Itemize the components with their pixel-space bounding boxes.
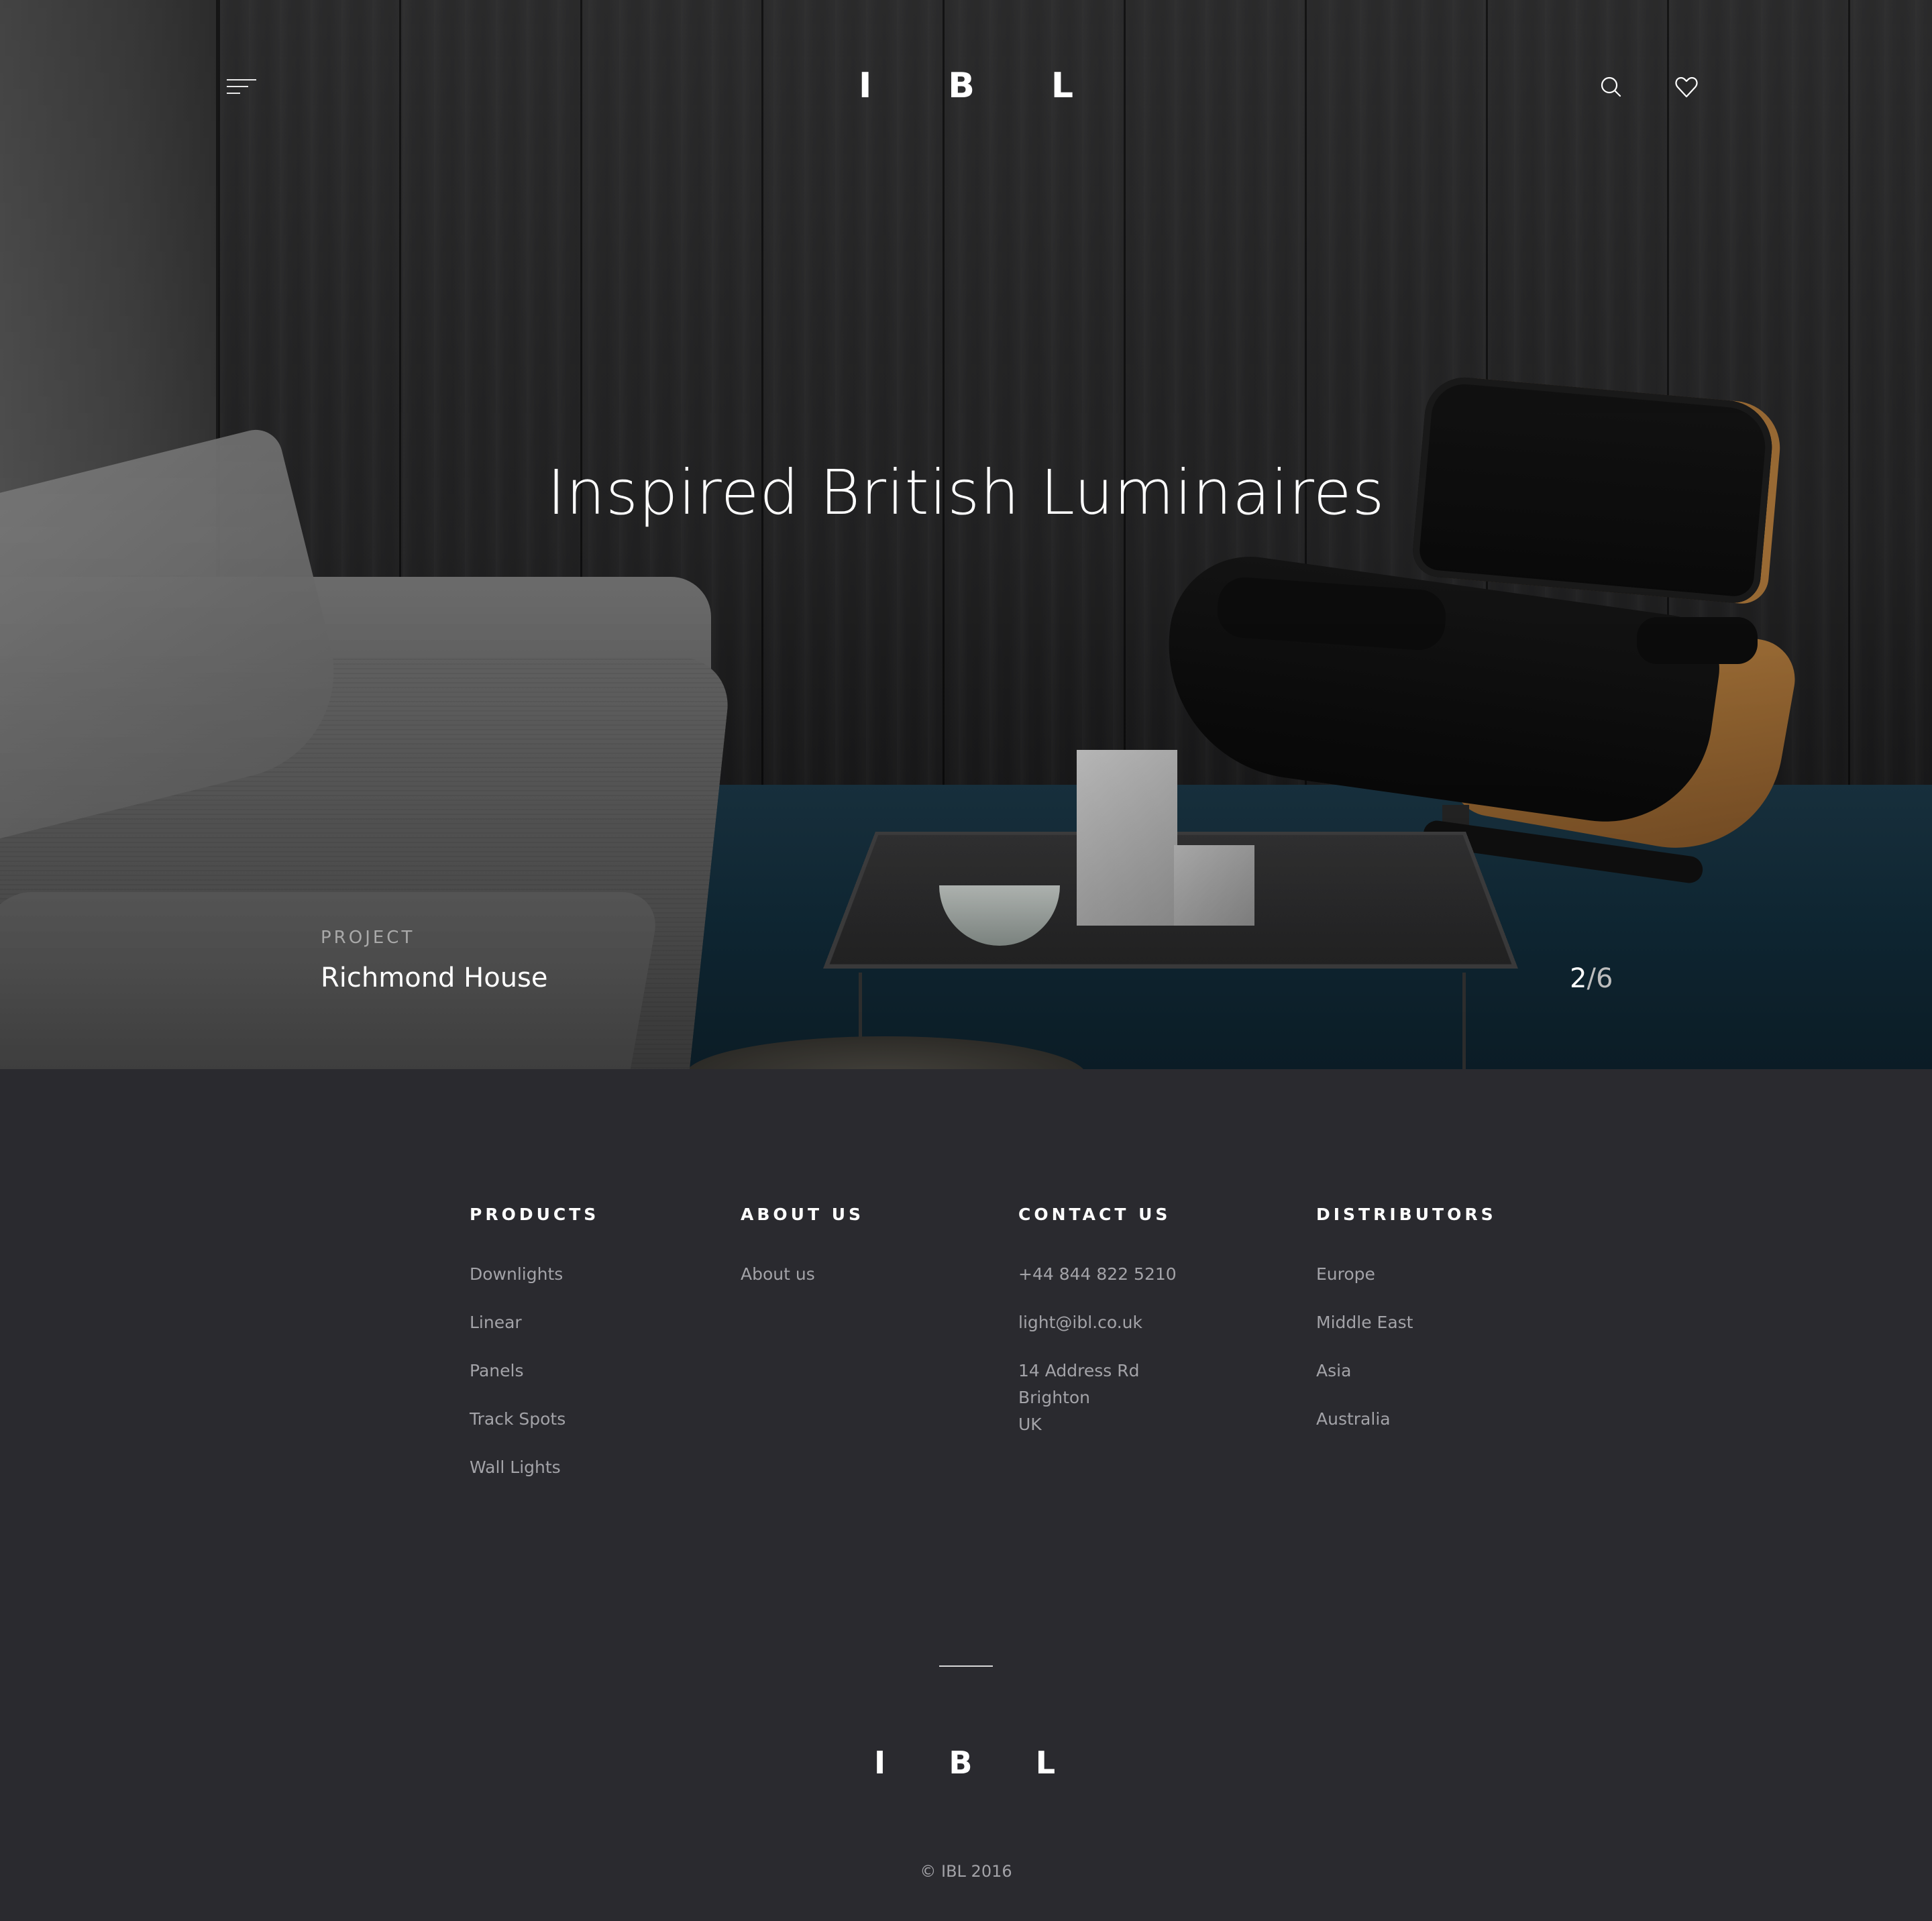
footer-link-item: Middle East: [1316, 1309, 1497, 1336]
footer-link-panels[interactable]: Panels: [470, 1361, 523, 1380]
footer-link-wall-lights[interactable]: Wall Lights: [470, 1458, 561, 1477]
column-heading: PRODUCTS: [470, 1205, 600, 1224]
header-logo[interactable]: I B L: [859, 64, 1073, 108]
menu-line: [227, 86, 248, 87]
slide-separator: /: [1587, 963, 1596, 994]
footer-link-item: Asia: [1316, 1358, 1497, 1384]
slide-counter: 2/6: [1570, 962, 1613, 995]
footer-link-item: Track Spots: [470, 1406, 599, 1433]
slide-current: 2: [1570, 963, 1587, 994]
footer-link-item: Panels: [470, 1358, 599, 1384]
footer-column-contact: CONTACT US +44 844 822 5210 light@ibl.co…: [1018, 1203, 1177, 1460]
footer-logo[interactable]: I B L: [874, 1743, 1055, 1782]
footer-link-item: Linear: [470, 1309, 599, 1336]
logo-letter: I: [859, 66, 872, 106]
hero-background-photo: [0, 0, 1932, 1069]
logo-letter: B: [949, 1745, 973, 1781]
menu-line: [227, 79, 256, 80]
footer-link-item: Wall Lights: [470, 1454, 599, 1481]
contact-phone-link[interactable]: +44 844 822 5210: [1018, 1264, 1177, 1284]
footer-divider: [939, 1665, 993, 1667]
footer-column-about: ABOUT US About us: [741, 1203, 864, 1309]
contact-email-link[interactable]: light@ibl.co.uk: [1018, 1313, 1142, 1332]
hero-banner: I B L Inspired British Luminaires PROJEC…: [0, 0, 1932, 1069]
footer-link-downlights[interactable]: Downlights: [470, 1264, 563, 1284]
copyright-text: © IBL 2016: [920, 1862, 1012, 1881]
footer-link-item: +44 844 822 5210: [1018, 1261, 1177, 1288]
hero-dark-overlay: [0, 0, 1932, 1069]
products-list: Downlights Linear Panels Track Spots Wal…: [470, 1261, 599, 1481]
footer-link-australia[interactable]: Australia: [1316, 1409, 1391, 1429]
column-heading: DISTRIBUTORS: [1316, 1205, 1497, 1224]
footer-link-europe[interactable]: Europe: [1316, 1264, 1375, 1284]
contact-list: +44 844 822 5210 light@ibl.co.uk 14 Addr…: [1018, 1261, 1177, 1438]
hero-title: Inspired British Luminaires: [547, 457, 1385, 529]
distributors-list: Europe Middle East Asia Australia: [1316, 1261, 1497, 1433]
footer-link-item: light@ibl.co.uk: [1018, 1309, 1177, 1336]
footer-link-item: Europe: [1316, 1261, 1497, 1288]
footer-link-item: Australia: [1316, 1406, 1497, 1433]
footer-link-item: Downlights: [470, 1261, 599, 1288]
footer-column-products: PRODUCTS Downlights Linear Panels Track …: [470, 1203, 599, 1502]
column-heading: CONTACT US: [1018, 1205, 1171, 1224]
hamburger-menu-icon[interactable]: [227, 76, 256, 97]
address-line: Brighton: [1018, 1388, 1091, 1407]
footer-link-linear[interactable]: Linear: [470, 1313, 522, 1332]
footer-link-asia[interactable]: Asia: [1316, 1361, 1351, 1380]
logo-letter: B: [948, 66, 975, 106]
contact-address: 14 Address Rd Brighton UK: [1018, 1358, 1177, 1438]
footer-link-middle-east[interactable]: Middle East: [1316, 1313, 1413, 1332]
menu-line: [227, 93, 240, 94]
footer-link-track-spots[interactable]: Track Spots: [470, 1409, 566, 1429]
footer-link-item: About us: [741, 1261, 864, 1288]
about-list: About us: [741, 1261, 864, 1288]
address-line: UK: [1018, 1415, 1042, 1434]
site-footer: PRODUCTS Downlights Linear Panels Track …: [0, 1069, 1932, 1921]
column-heading: ABOUT US: [741, 1205, 865, 1224]
search-icon[interactable]: [1598, 74, 1625, 101]
footer-link-about-us[interactable]: About us: [741, 1264, 815, 1284]
logo-letter: L: [1035, 1745, 1055, 1781]
address-line: 14 Address Rd: [1018, 1361, 1140, 1380]
slide-total: 6: [1595, 963, 1613, 994]
logo-letter: L: [1051, 66, 1073, 106]
project-name-link[interactable]: Richmond House: [321, 960, 548, 995]
heart-icon[interactable]: [1673, 74, 1700, 101]
logo-letter: I: [874, 1745, 886, 1781]
project-label: PROJECT: [321, 928, 415, 948]
footer-column-distributors: DISTRIBUTORS Europe Middle East Asia Aus…: [1316, 1203, 1497, 1454]
